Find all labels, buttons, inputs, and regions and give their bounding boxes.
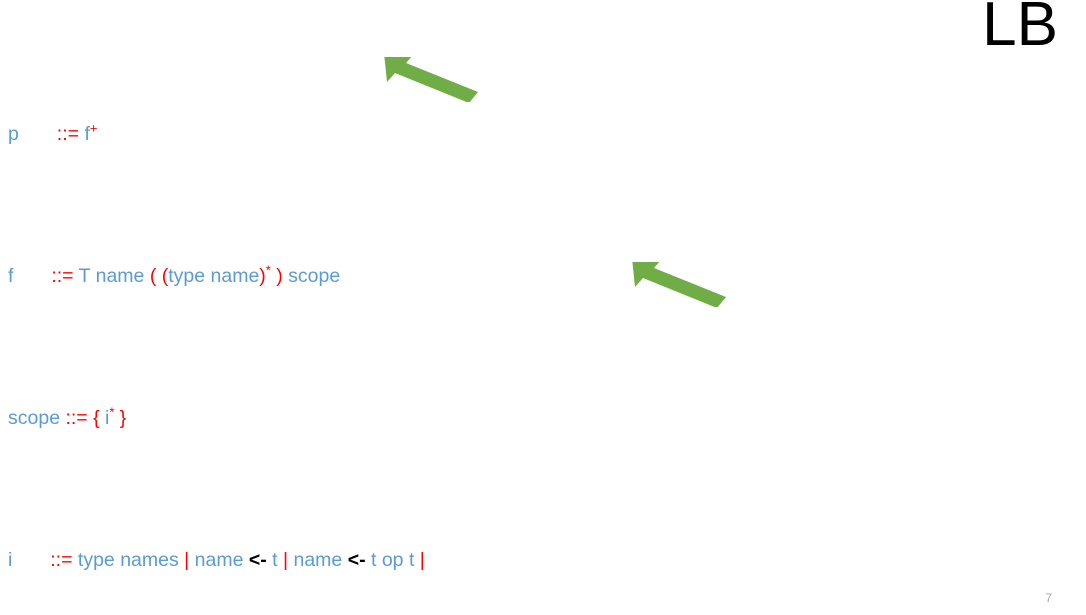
slide-canvas: LB p ::= f+ f ::= T name ( (type name)* … xyxy=(0,0,1086,615)
annotation-arrow-1 xyxy=(384,57,478,102)
page-title: LB xyxy=(982,0,1058,59)
slide-number: 7 xyxy=(1045,591,1052,605)
grammar-rule-f: f ::= T name ( (type name)* ) scope xyxy=(8,262,341,287)
grammar-rule-p: p ::= f+ xyxy=(8,120,98,145)
annotation-arrow-2 xyxy=(632,262,726,307)
grammar-rule-scope: scope ::= { i* } xyxy=(8,404,127,429)
grammar-rule-i: i ::= type names | name <- t | name <- t… xyxy=(8,548,425,571)
grammar-block: p ::= f+ f ::= T name ( (type name)* ) s… xyxy=(8,6,599,615)
